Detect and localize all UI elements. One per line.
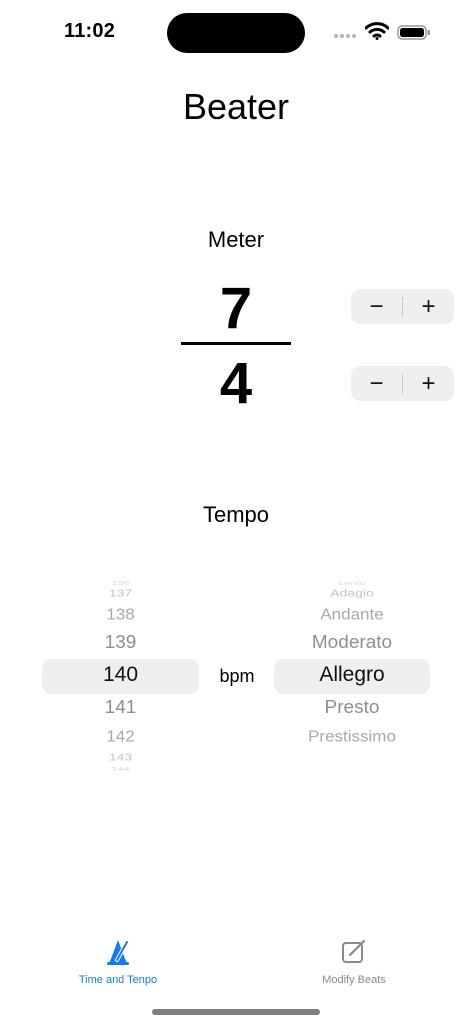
wifi-icon [365,22,389,40]
tempo-picker-row[interactable]: Andante [274,607,430,622]
metronome-icon [107,940,129,965]
bpm-picker-row[interactable]: 137 [42,588,199,598]
bpm-unit-label: bpm [219,666,255,686]
tempo-picker-row[interactable]: Prestissimo [274,729,430,744]
denominator-stepper: − + [351,366,454,401]
numerator-increment-button[interactable]: + [403,289,454,324]
bpm-picker-row[interactable]: 136 [42,581,199,587]
meter-numerator: 7 [219,276,253,341]
tempo-picker-selected-row[interactable]: Allegro [274,664,430,685]
tab-time-and-tempo[interactable]: Time and Tenpo [48,938,188,986]
app-title: Beater [182,86,290,127]
cellular-signal-icon [334,34,356,38]
edit-icon [342,939,366,963]
numerator-decrement-button[interactable]: − [351,289,402,324]
denominator-decrement-button[interactable]: − [351,366,402,401]
denominator-increment-button[interactable]: + [403,366,454,401]
tempo-picker-row[interactable]: Moderato [274,633,430,651]
tab-label: Time and Tenpo [78,974,158,986]
numerator-stepper: − + [351,289,454,324]
tempo-picker-row[interactable]: Lento [274,581,430,587]
bpm-picker-row[interactable]: 143 [42,752,199,762]
bpm-picker-row[interactable]: 139 [42,633,199,651]
tempo-label: Tempo [202,502,270,527]
status-time: 11:02 [64,20,116,42]
tab-label: Modify Beats [322,974,386,986]
bpm-picker-selected-row[interactable]: 140 [42,664,199,685]
meter-denominator: 4 [219,351,253,416]
bpm-picker-row[interactable]: 138 [42,607,199,622]
bpm-picker-row[interactable]: 141 [42,698,199,716]
bpm-picker-row[interactable]: 142 [42,729,199,744]
meter-label: Meter [207,227,265,252]
home-indicator [152,1009,320,1015]
battery-icon [397,25,430,40]
tempo-picker-row[interactable]: Presto [274,698,430,716]
dynamic-island [167,13,305,53]
tab-modify-beats[interactable]: Modify Beats [284,938,424,986]
tempo-picker-row[interactable]: Adagio [274,588,430,598]
bpm-picker-row[interactable]: 144 [42,767,199,773]
fraction-bar [181,342,291,345]
